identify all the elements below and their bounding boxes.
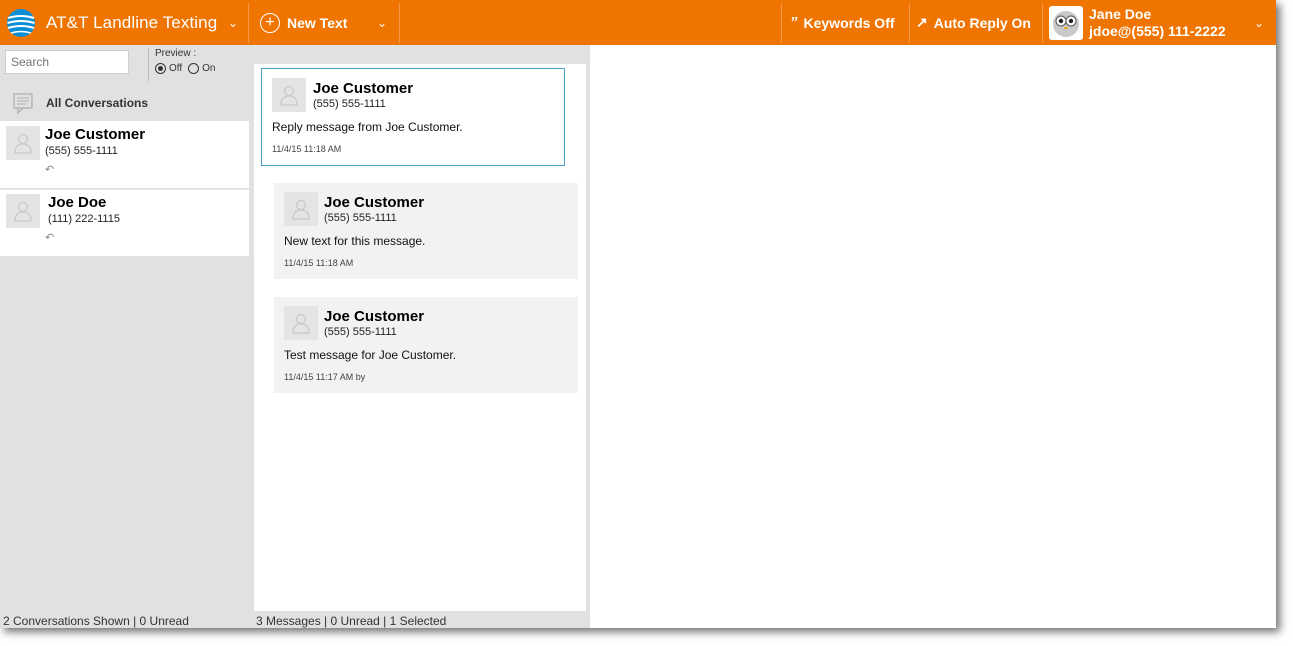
message-card[interactable]: Joe Customer (555) 555-1111 Test message… (274, 297, 578, 393)
message-sender-name: Joe Customer (324, 308, 425, 325)
conversation-item[interactable]: Joe Customer (555) 555-1111 ↶ (0, 121, 249, 188)
user-name: Jane Doe (1089, 5, 1152, 22)
preview-label: Preview : (155, 48, 197, 59)
message-sender-name: Joe Customer (313, 80, 414, 97)
contact-avatar (6, 194, 40, 228)
top-bar: AT&T Landline Texting ⌄ + New Text ⌄ ” K… (0, 0, 1276, 45)
conversation-phone: (111) 222-1115 (48, 213, 120, 225)
message-list-panel: Joe Customer (555) 555-1111 Reply messag… (249, 45, 590, 628)
auto-reply-label: Auto Reply On (933, 14, 1031, 31)
messages-status: 3 Messages | 0 Unread | 1 Selected (256, 614, 447, 628)
conversation-phone: (555) 555-1111 (45, 145, 118, 157)
preview-off-label: Off (169, 63, 183, 74)
preview-on-radio[interactable] (188, 63, 200, 74)
message-timestamp: 11/4/15 11:18 AM (284, 258, 354, 268)
plus-circle-icon: + (260, 12, 280, 33)
owl-avatar-icon (1053, 10, 1079, 37)
user-menu[interactable]: Jane Doe jdoe@(555) 111-2222 (1049, 0, 1226, 45)
divider (0, 189, 249, 190)
person-placeholder-icon (284, 306, 318, 340)
contact-avatar (284, 192, 318, 226)
app-title: AT&T Landline Texting (46, 12, 218, 32)
chat-bubble-icon (13, 93, 33, 114)
divider (909, 3, 910, 43)
message-sender-phone: (555) 555-1111 (324, 326, 397, 338)
user-avatar (1049, 5, 1083, 40)
arrow-right-icon: ↗ (916, 14, 928, 30)
auto-reply-toggle-button[interactable]: ↗ Auto Reply On (916, 0, 1031, 45)
new-text-button[interactable]: + New Text (260, 0, 347, 45)
contact-avatar (284, 306, 318, 340)
person-placeholder-icon (272, 78, 306, 112)
person-placeholder-icon (6, 194, 40, 228)
message-sender-phone: (555) 555-1111 (313, 98, 386, 110)
message-timestamp: 11/4/15 11:18 AM (272, 144, 342, 154)
divider (399, 3, 400, 43)
conversation-item[interactable]: Joe Doe (111) 222-1115 ↶ (0, 189, 249, 256)
user-menu-chevron-down-icon[interactable]: ⌄ (1254, 0, 1264, 45)
message-card[interactable]: Joe Customer (555) 555-1111 New text for… (274, 183, 578, 279)
reply-arrow-icon: ↶ (45, 232, 55, 244)
message-sender-phone: (555) 555-1111 (324, 212, 397, 224)
contact-avatar (6, 126, 40, 160)
quote-icon: ” (790, 14, 798, 31)
message-list: Joe Customer (555) 555-1111 Reply messag… (254, 64, 586, 611)
message-text: Test message for Joe Customer. (284, 348, 457, 362)
message-text: Reply message from Joe Customer. (272, 120, 463, 134)
conversations-status: 2 Conversations Shown | 0 Unread (3, 614, 189, 628)
app-menu-chevron-down-icon[interactable]: ⌄ (228, 0, 238, 45)
user-info: Jane Doe jdoe@(555) 111-2222 (1089, 6, 1226, 40)
message-timestamp: 11/4/15 11:17 AM by (284, 372, 366, 382)
keywords-toggle-button[interactable]: ” Keywords Off (790, 0, 895, 45)
conversation-name: Joe Doe (48, 194, 107, 211)
message-detail-pane (590, 45, 1276, 628)
app-window: AT&T Landline Texting ⌄ + New Text ⌄ ” K… (0, 0, 1276, 628)
preview-off-radio[interactable] (155, 63, 166, 74)
search-input[interactable] (5, 50, 129, 74)
divider (1042, 3, 1043, 43)
all-conversations-item[interactable]: All Conversations (0, 87, 249, 119)
divider (248, 3, 249, 43)
new-text-label: New Text (287, 14, 348, 31)
user-account: jdoe@(555) 111-2222 (1089, 22, 1226, 39)
divider (781, 3, 782, 43)
person-placeholder-icon (6, 126, 40, 160)
person-placeholder-icon (284, 192, 318, 226)
message-text: New text for this message. (284, 234, 426, 248)
conversation-sidebar: Preview : Off On All Conversations (0, 45, 249, 628)
reply-arrow-icon: ↶ (45, 164, 55, 176)
preview-on-label: On (202, 63, 216, 74)
message-card[interactable]: Joe Customer (555) 555-1111 Reply messag… (261, 68, 565, 166)
all-conversations-label: All Conversations (46, 96, 149, 110)
message-sender-name: Joe Customer (324, 194, 425, 211)
conversation-name: Joe Customer (45, 126, 146, 143)
preview-toggle-group: Preview : Off On (148, 48, 227, 81)
att-globe-icon (7, 9, 35, 37)
contact-avatar (272, 78, 306, 112)
new-text-chevron-down-icon[interactable]: ⌄ (377, 0, 387, 45)
keywords-label: Keywords Off (803, 14, 895, 31)
